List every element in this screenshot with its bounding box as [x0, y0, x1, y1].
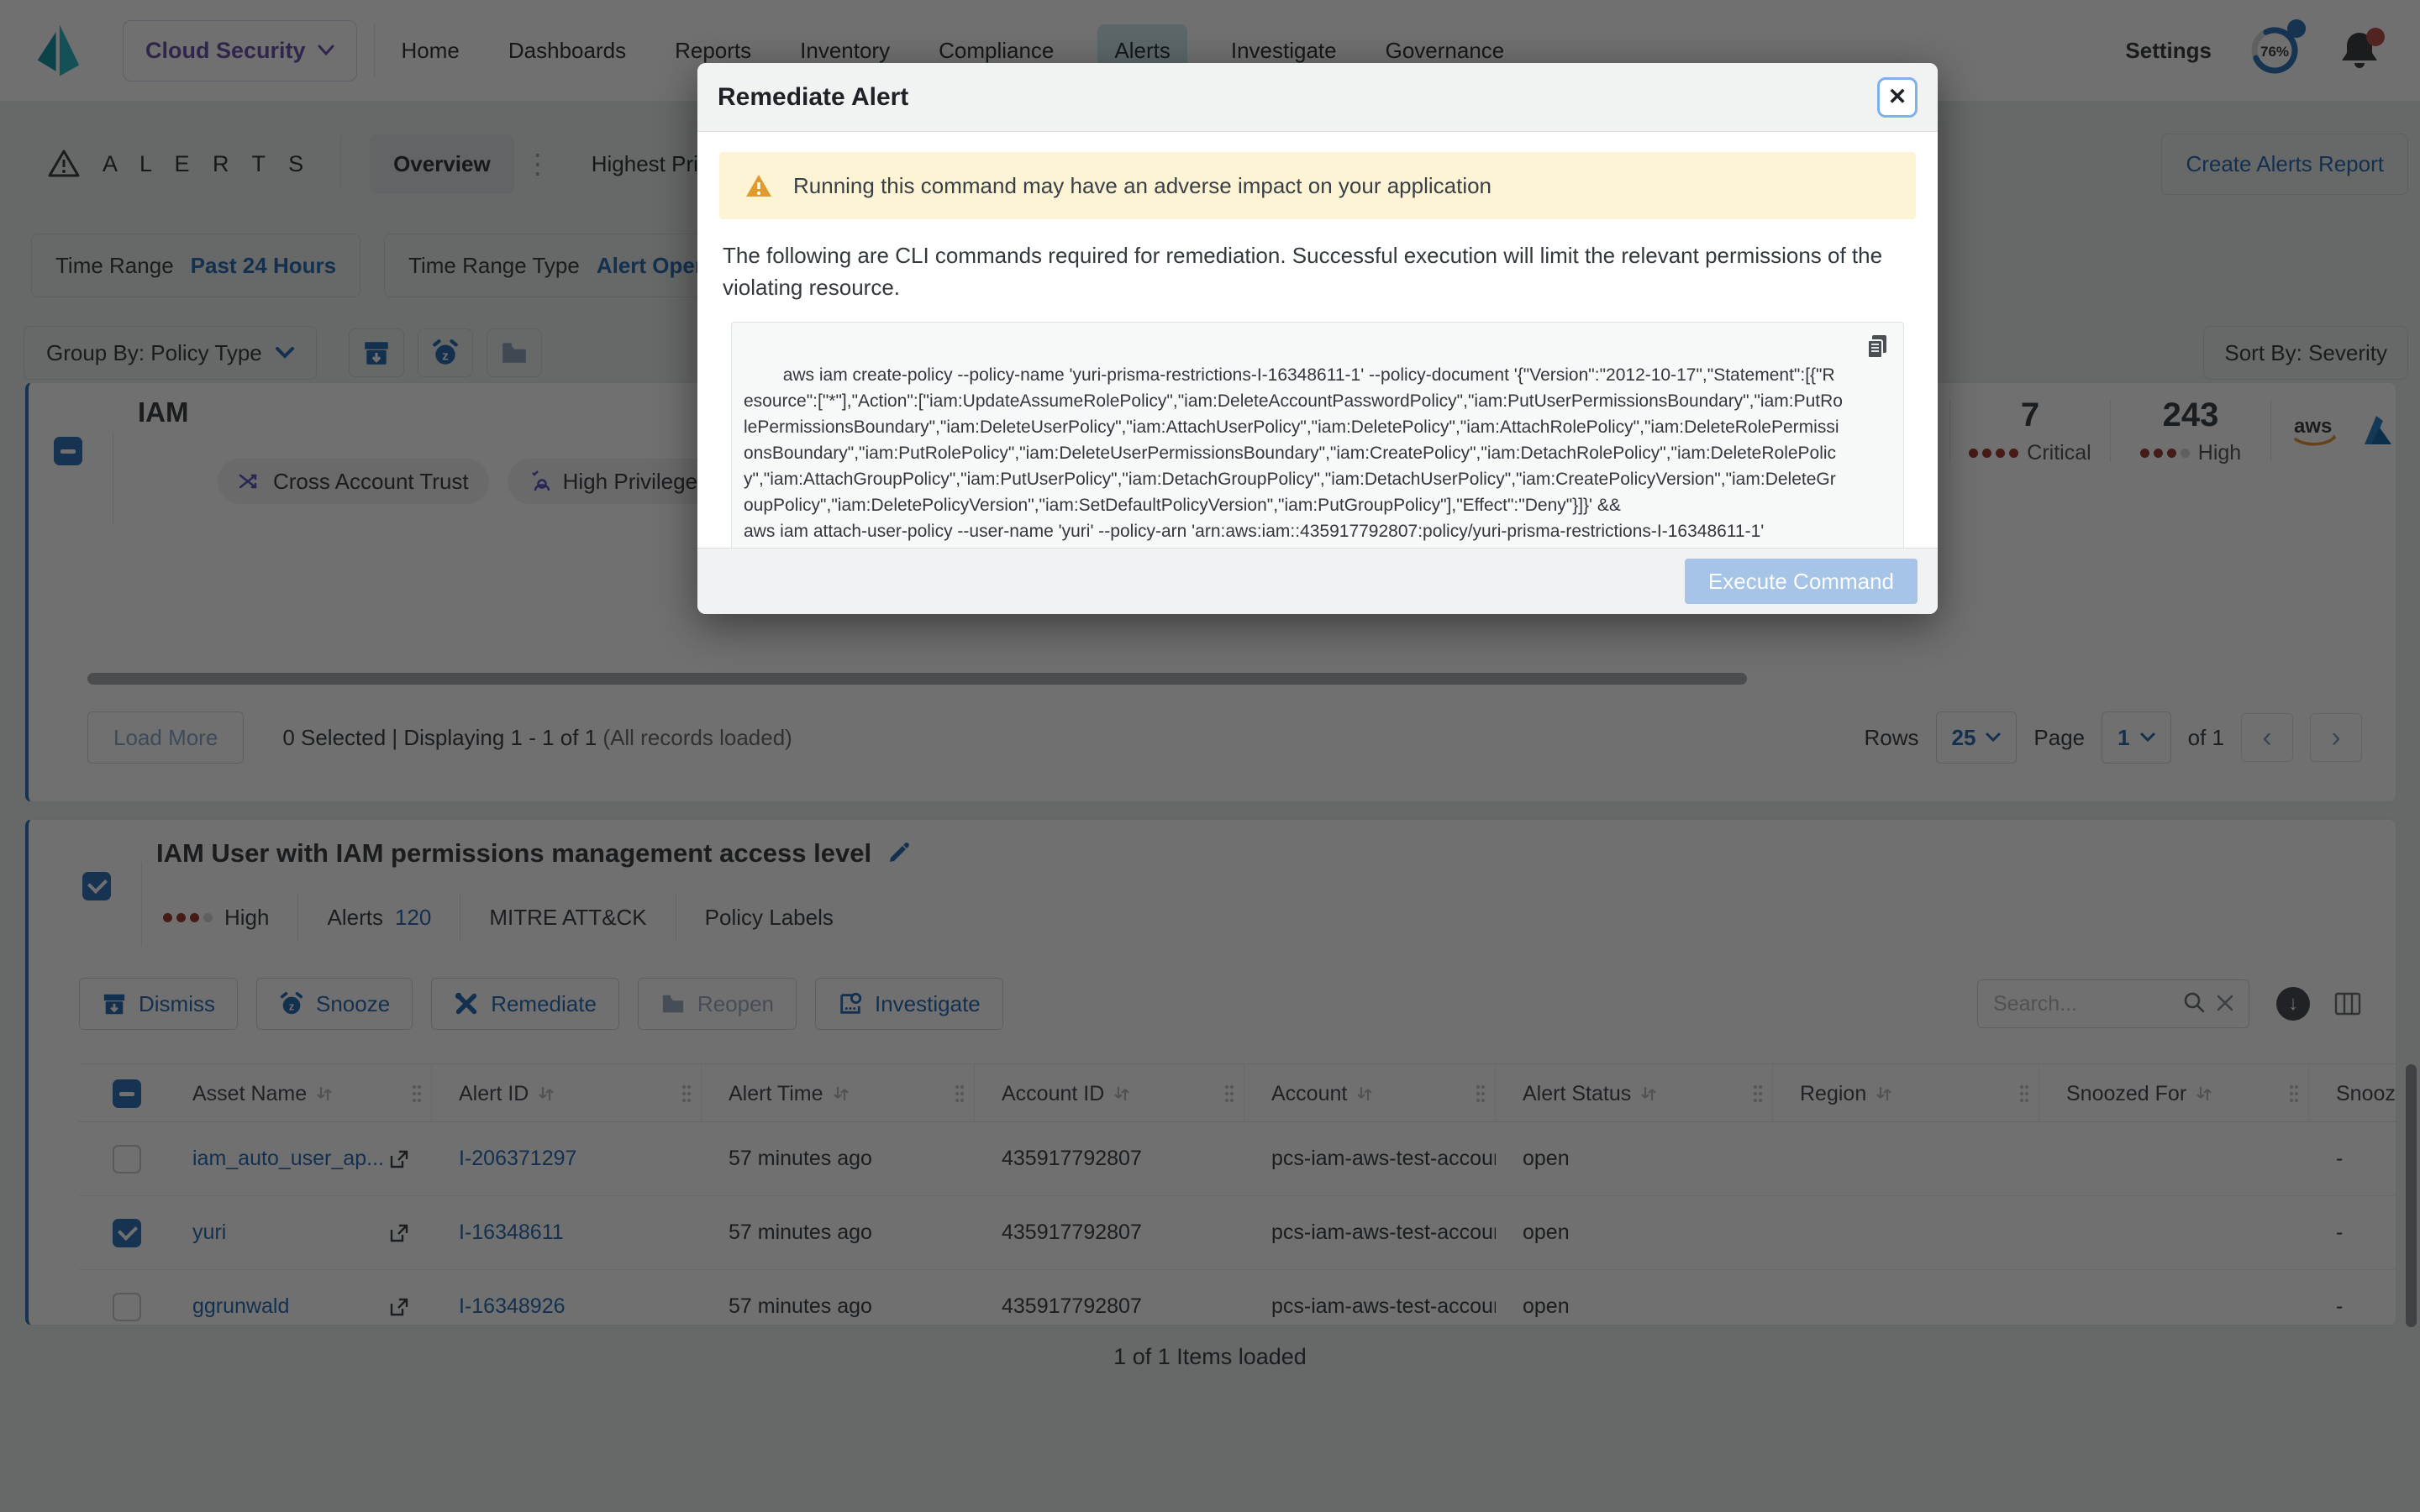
execute-command-button[interactable]: Execute Command [1685, 559, 1918, 604]
modal-description: The following are CLI commands required … [723, 239, 1912, 303]
warning-text: Running this command may have an adverse… [793, 173, 1491, 199]
warning-banner: Running this command may have an adverse… [719, 152, 1916, 219]
remediate-alert-modal: Remediate Alert ✕ Running this command m… [697, 63, 1938, 614]
copy-icon[interactable] [1865, 333, 1890, 360]
cli-command-text: aws iam create-policy --policy-name 'yur… [744, 365, 1843, 541]
warning-triangle-icon [744, 173, 773, 198]
app-root: Cloud Security Home Dashboards Reports I… [0, 0, 2420, 1512]
close-icon: ✕ [1888, 84, 1907, 110]
close-modal-button[interactable]: ✕ [1877, 77, 1918, 118]
modal-title: Remediate Alert [718, 83, 908, 112]
